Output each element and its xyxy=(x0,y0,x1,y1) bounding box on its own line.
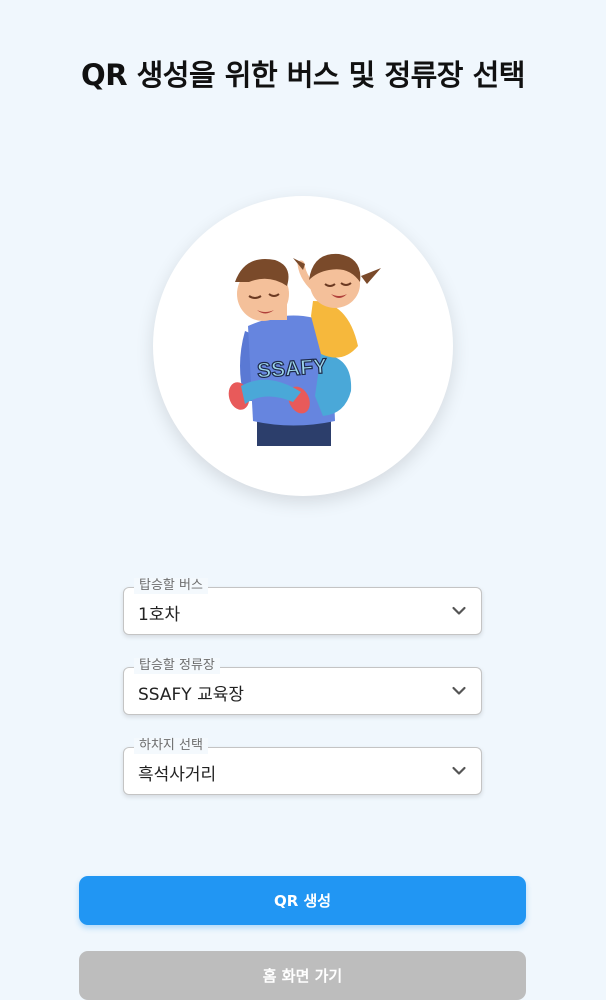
go-home-button[interactable]: 홈 화면 가기 xyxy=(79,951,526,1000)
dropoff-select-value: 흑석사거리 xyxy=(138,765,217,785)
shirt-logo-text: SSAFY xyxy=(256,355,327,383)
stop-select-value: SSAFY 교육장 xyxy=(138,685,245,705)
page-title: QR 생성을 위한 버스 및 정류장 선택 xyxy=(81,58,525,92)
chevron-down-icon xyxy=(452,686,466,695)
stop-select-label: 탑승할 정류장 xyxy=(134,658,220,674)
dropoff-select-label: 하차지 선택 xyxy=(134,738,208,754)
stop-select[interactable]: 탑승할 정류장 SSAFY 교육장 xyxy=(123,658,482,715)
bus-select[interactable]: 탑승할 버스 1호차 xyxy=(123,578,482,635)
bus-select-label: 탑승할 버스 xyxy=(134,578,208,594)
bus-select-value: 1호차 xyxy=(138,605,181,625)
chevron-down-icon xyxy=(452,766,466,775)
generate-qr-button[interactable]: QR 생성 xyxy=(79,876,526,925)
family-illustration: SSAFY xyxy=(153,196,453,496)
dropoff-select[interactable]: 하차지 선택 흑석사거리 xyxy=(123,738,482,795)
chevron-down-icon xyxy=(452,606,466,615)
